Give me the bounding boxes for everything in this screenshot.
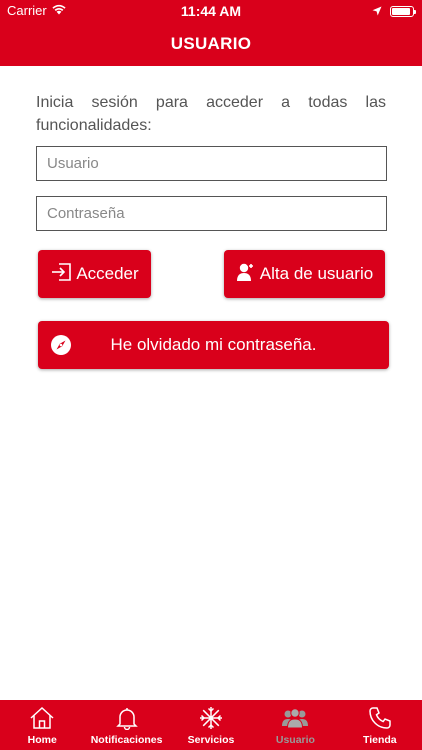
tab-home-label: Home	[27, 734, 57, 746]
battery-icon	[390, 6, 416, 17]
forgot-password-button[interactable]: He olvidado mi contraseña.	[38, 321, 389, 369]
tab-bar: Home Notificaciones Servicios Usuario Ti…	[0, 700, 422, 750]
location-arrow-icon	[372, 4, 382, 19]
services-icon	[199, 706, 223, 730]
screen: Carrier 11:44 AM USUARIO Inicia sesión p…	[0, 0, 422, 750]
forgot-password-label: He olvidado mi contraseña.	[110, 335, 317, 354]
tab-usuario-label: Usuario	[275, 734, 315, 746]
tab-servicios[interactable]: Servicios	[169, 700, 253, 750]
tab-home[interactable]: Home	[0, 700, 84, 750]
header: Carrier 11:44 AM USUARIO	[0, 0, 422, 66]
username-input[interactable]	[36, 146, 387, 181]
tab-servicios-label: Servicios	[187, 734, 235, 746]
login-button-label: Acceder	[76, 264, 139, 283]
page-title: USUARIO	[170, 34, 252, 53]
login-icon	[50, 262, 72, 287]
status-time: 11:44 AM	[180, 3, 242, 19]
home-icon	[29, 706, 55, 730]
intro-text: Inicia sesión para acceder a todas las f…	[36, 94, 386, 134]
login-button[interactable]: Acceder	[38, 250, 151, 298]
register-button[interactable]: Alta de usuario	[224, 250, 385, 298]
tab-tienda-label: Tienda	[363, 734, 397, 746]
register-button-label: Alta de usuario	[259, 264, 374, 283]
battery-fill	[392, 8, 410, 15]
tab-tienda[interactable]: Tienda	[338, 700, 422, 750]
status-right	[372, 4, 416, 19]
compass-icon	[50, 334, 72, 361]
tab-notificaciones[interactable]: Notificaciones	[84, 700, 168, 750]
bell-icon	[115, 706, 138, 730]
phone-icon	[368, 706, 392, 730]
password-input[interactable]	[36, 196, 387, 231]
status-bar: Carrier 11:44 AM	[0, 0, 422, 22]
users-icon	[281, 706, 309, 730]
add-user-icon	[236, 262, 256, 287]
tab-usuario[interactable]: Usuario	[253, 700, 337, 750]
tab-notificaciones-label: Notificaciones	[90, 734, 163, 746]
